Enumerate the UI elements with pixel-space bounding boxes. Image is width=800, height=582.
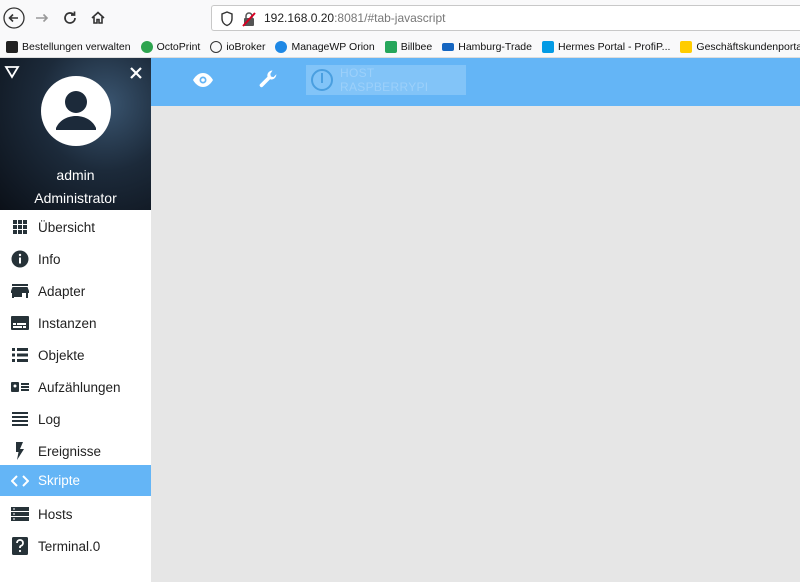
sidebar-item-label: Log [38, 411, 61, 427]
managewp-icon [275, 40, 288, 53]
sidebar-item-ereignisse[interactable]: Ereignisse [0, 435, 151, 467]
sidebar-item-skripte[interactable]: Skripte [0, 465, 151, 496]
bookmark-label: Hermes Portal - ProfiP... [557, 40, 671, 53]
flash-icon [11, 442, 29, 460]
url-text: 192.168.0.20:8081/#tab-javascript [264, 11, 445, 25]
storage-icon [11, 505, 29, 523]
apps-icon [11, 218, 29, 236]
close-icon[interactable] [129, 66, 143, 85]
host-selector[interactable]: HOST RASPBERRYPI [306, 65, 466, 95]
back-button[interactable] [2, 6, 26, 30]
hamburg-trade-icon [442, 42, 455, 51]
globe-icon [210, 40, 223, 53]
url-path: :8081/#tab-javascript [334, 11, 446, 25]
bookmark-item[interactable]: ManageWP Orion [275, 40, 375, 53]
wrench-icon[interactable] [259, 69, 279, 94]
sidebar-item-label: Objekte [38, 347, 85, 363]
bookmark-label: Bestellungen verwalten [22, 40, 131, 53]
sidebar-item-aufzaehlungen[interactable]: Aufzählungen [0, 371, 151, 403]
billbee-icon [384, 40, 397, 53]
list-icon [11, 346, 29, 364]
sidebar-item-info[interactable]: Info [0, 243, 151, 275]
enum-icon [11, 378, 29, 396]
sidebar-item-label: Hosts [38, 506, 73, 522]
reload-icon [64, 11, 76, 24]
help-icon [11, 537, 29, 555]
home-button[interactable] [86, 6, 110, 30]
host-label: HOST RASPBERRYPI [340, 66, 429, 94]
sidebar-item-log[interactable]: Log [0, 403, 151, 435]
subtitles-icon [11, 314, 29, 332]
bookmark-label: ManageWP Orion [291, 40, 375, 53]
sidebar-nav: Übersicht Info Adapter Instanzen Objekte… [0, 210, 151, 582]
dhl-icon [680, 40, 693, 53]
eye-icon[interactable] [192, 72, 214, 93]
sidebar-item-label: Ereignisse [38, 443, 102, 459]
power-icon [310, 68, 334, 97]
user-name: admin [56, 167, 95, 183]
user-icon [56, 91, 96, 130]
avatar[interactable] [41, 76, 111, 146]
bookmark-label: Billbee [400, 40, 433, 53]
sidebar-item-label: Terminal.0 [38, 538, 101, 554]
amazon-icon [6, 40, 18, 53]
main-content [151, 106, 800, 582]
browser-toolbar: 192.168.0.20:8081/#tab-javascript [0, 0, 800, 36]
sidebar-item-label: Skripte [38, 473, 81, 488]
sidebar-header: admin Administrator [0, 58, 151, 210]
bookmarks-bar: Bestellungen verwalten OctoPrint ioBroke… [0, 36, 800, 58]
sidebar-item-adapter[interactable]: Adapter [0, 275, 151, 307]
sidebar-item-label: Aufzählungen [38, 379, 121, 395]
bookmark-label: Geschäftskundenporta [696, 40, 800, 53]
bookmark-label: Hamburg-Trade [458, 40, 532, 53]
info-icon [11, 250, 29, 268]
bookmark-item[interactable]: Billbee [384, 40, 433, 53]
code-icon [11, 472, 29, 490]
sidebar-item-objekte[interactable]: Objekte [0, 339, 151, 371]
insecure-lock-icon[interactable] [242, 11, 256, 32]
shield-icon[interactable] [220, 11, 234, 32]
address-bar[interactable]: 192.168.0.20:8081/#tab-javascript [211, 5, 800, 31]
sidebar-item-terminal[interactable]: Terminal.0 [0, 530, 151, 562]
sidebar-item-label: Instanzen [38, 315, 97, 331]
log-icon [11, 410, 29, 428]
bookmark-item[interactable]: Hamburg-Trade [442, 41, 532, 53]
forward-button[interactable] [30, 6, 54, 30]
sidebar-item-instanzen[interactable]: Instanzen [0, 307, 151, 339]
bookmark-label: ioBroker [226, 40, 266, 53]
sidebar-item-hosts[interactable]: Hosts [0, 498, 151, 530]
url-host: 192.168.0.20 [264, 11, 335, 25]
hermes-icon [541, 40, 554, 53]
sidebar-item-label: Übersicht [38, 219, 96, 235]
top-toolbar: HOST RASPBERRYPI [151, 58, 800, 106]
bookmark-item[interactable]: Hermes Portal - ProfiP... [541, 40, 671, 53]
reload-button[interactable] [58, 6, 82, 30]
sidebar-item-label: Info [38, 251, 61, 267]
store-icon [11, 282, 29, 300]
octoprint-icon [140, 40, 153, 53]
sidebar-item-uebersicht[interactable]: Übersicht [0, 211, 151, 243]
bookmark-item[interactable]: ioBroker [210, 40, 266, 53]
home-icon [91, 11, 105, 24]
bookmark-item[interactable]: Bestellungen verwalten [6, 40, 131, 53]
forward-arrow-icon [36, 13, 49, 23]
bookmark-item[interactable]: Geschäftskundenporta [680, 40, 800, 53]
back-arrow-icon [3, 7, 25, 29]
collapse-triangle-icon[interactable] [4, 65, 20, 84]
bookmark-item[interactable]: OctoPrint [140, 40, 201, 53]
sidebar-item-label: Adapter [38, 283, 86, 299]
bookmark-label: OctoPrint [156, 40, 201, 53]
user-role: Administrator [34, 190, 117, 206]
